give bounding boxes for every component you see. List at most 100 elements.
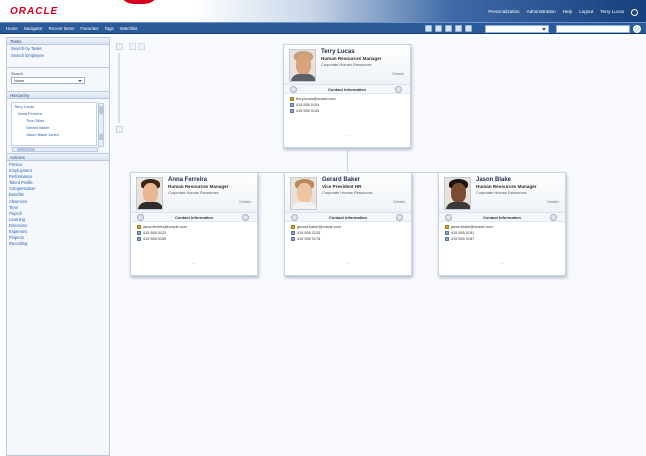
global-link-user[interactable]: Terry Lucas: [600, 9, 624, 16]
nav-menu-recent-items[interactable]: Recent Items: [49, 26, 75, 31]
pan-left-icon[interactable]: [129, 43, 136, 50]
tasks-header[interactable]: Tasks: [7, 38, 109, 45]
photo-shirt: [292, 202, 316, 209]
zoom-out-icon[interactable]: [116, 126, 123, 133]
person-card[interactable]: Anna Ferreira Human Resources Manager Co…: [130, 172, 258, 276]
global-link-administration[interactable]: Administration: [527, 9, 556, 16]
person-name[interactable]: Terry Lucas: [321, 49, 355, 55]
refresh-icon[interactable]: [631, 9, 638, 16]
next-icon[interactable]: [396, 214, 403, 221]
details-link[interactable]: Details: [392, 72, 404, 76]
nav-tools: [425, 25, 472, 32]
contact-label: Contact Information: [175, 215, 213, 220]
photo-face: [143, 183, 158, 203]
nav-menu-navigator[interactable]: Navigator: [24, 26, 43, 31]
contact-email[interactable]: anna.ferreira@oracle.com: [143, 225, 187, 229]
contact-mobile-row: 415 555 0187: [445, 236, 559, 242]
global-search-input[interactable]: [556, 25, 630, 33]
contact-email[interactable]: gerard.baker@oracle.com: [297, 225, 341, 229]
watchlist-icon[interactable]: [465, 25, 472, 32]
hierarchy-tree: Terry Lucas Anna Ferreira Tina Gilles Ge…: [11, 102, 104, 152]
scroll-thumb[interactable]: [99, 106, 103, 114]
contact-label: Contact Information: [328, 87, 366, 92]
photo-face: [297, 183, 312, 203]
more-dots: ···: [344, 133, 350, 139]
chevron-down-icon: [542, 28, 546, 31]
mobile-icon: [290, 109, 294, 113]
pan-controls: [129, 43, 145, 50]
chevron-down-icon: [78, 80, 82, 82]
hscroll-thumb[interactable]: [17, 148, 35, 151]
nav-menu-tags[interactable]: Tags: [104, 26, 113, 31]
person-name[interactable]: Gerard Baker: [322, 177, 360, 183]
tree-node-anna-ferreira[interactable]: Anna Ferreira: [12, 110, 96, 117]
card-header: Anna Ferreira Human Resources Manager Co…: [131, 173, 257, 213]
nav-menu-favorites[interactable]: Favorites: [80, 26, 98, 31]
tree-node-tina-gilles[interactable]: Tina Gilles: [12, 117, 96, 124]
actions-header[interactable]: Actions: [7, 154, 109, 161]
contact-email[interactable]: terry.lucas@oracle.com: [296, 97, 336, 101]
contact-mobile: 415 555 0187: [451, 237, 475, 241]
person-card[interactable]: Gerard Baker Vice President HR Corporate…: [284, 172, 412, 276]
person-department: Corporate Human Resources: [321, 62, 372, 67]
tree-node-jason-blake[interactable]: Jason Blake Jones: [12, 131, 96, 138]
person-card[interactable]: Jason Blake Human Resources Manager Corp…: [438, 172, 566, 276]
task-search-by-tasks[interactable]: Search by Tasks: [7, 45, 109, 52]
global-link-personalization[interactable]: Personalization: [488, 9, 519, 16]
next-icon[interactable]: [242, 214, 249, 221]
details-link[interactable]: Details: [547, 200, 559, 204]
scroll-thumb-secondary[interactable]: [99, 134, 103, 140]
mobile-icon: [445, 237, 449, 241]
contact-mobile: 415 555 0169: [143, 237, 167, 241]
tag-icon[interactable]: [455, 25, 462, 32]
task-search-employee[interactable]: Search Employee: [7, 52, 109, 59]
next-icon[interactable]: [550, 214, 557, 221]
search-by-value: Name: [14, 79, 25, 83]
oracle-logo: ORACLE: [10, 6, 59, 17]
person-card[interactable]: Terry Lucas Human Resources Manager Corp…: [283, 44, 411, 148]
tree-node-terry-lucas[interactable]: Terry Lucas: [12, 103, 96, 110]
search-by-select[interactable]: Name: [11, 77, 85, 84]
phone-icon: [291, 231, 295, 235]
email-icon: [290, 97, 294, 101]
contact-mobile-row: 415 555 0169: [137, 236, 251, 242]
contact-bar: Contact Information: [285, 213, 411, 222]
search-category-select[interactable]: [485, 25, 549, 33]
details-link[interactable]: Details: [393, 200, 405, 204]
tree-vertical-scrollbar[interactable]: [98, 103, 104, 147]
zoom-in-icon[interactable]: [116, 43, 123, 50]
nav-bar: Home Navigator Recent Items Favorites Ta…: [0, 22, 646, 34]
person-title: Human Resources Manager: [321, 56, 382, 61]
global-link-logout[interactable]: Logout: [579, 9, 593, 16]
hierarchy-header[interactable]: Hierarchy: [7, 92, 109, 99]
contact-mobile-row: 415 555 0145: [290, 108, 404, 114]
org-chart-canvas[interactable]: Terry Lucas Human Resources Manager Corp…: [111, 37, 646, 456]
person-name[interactable]: Jason Blake: [476, 177, 511, 183]
action-recruiting[interactable]: Recruiting: [9, 241, 107, 247]
contact-rows: gerard.baker@oracle.com 415 555 0133 415…: [285, 222, 411, 244]
phone-icon: [290, 103, 294, 107]
tree-horizontal-scrollbar[interactable]: [12, 147, 98, 152]
card-header: Jason Blake Human Resources Manager Corp…: [439, 173, 565, 213]
favorites-icon[interactable]: [435, 25, 442, 32]
contact-bar: Contact Information: [131, 213, 257, 222]
global-links: Personalization Administration Help Logo…: [488, 9, 638, 16]
person-name[interactable]: Anna Ferreira: [168, 177, 207, 183]
details-link[interactable]: Details: [239, 200, 251, 204]
nav-menu-home[interactable]: Home: [6, 26, 18, 31]
home-icon[interactable]: [425, 25, 432, 32]
person-department: Corporate Human Resources: [476, 190, 527, 195]
photo-face: [296, 55, 311, 75]
global-link-help[interactable]: Help: [563, 9, 572, 16]
tree-node-gerard-baker[interactable]: Gerard Baker: [12, 124, 96, 131]
pan-right-icon[interactable]: [138, 43, 145, 50]
next-icon[interactable]: [395, 86, 402, 93]
contact-bar: Contact Information: [284, 85, 410, 94]
recent-icon[interactable]: [445, 25, 452, 32]
nav-menu-watchlist[interactable]: Watchlist: [120, 26, 138, 31]
more-dots: ···: [499, 261, 505, 267]
search-go-icon[interactable]: [633, 25, 641, 33]
contact-mobile: 415 555 0145: [296, 109, 320, 113]
zoom-slider[interactable]: [118, 53, 120, 123]
contact-email[interactable]: jason.blake@oracle.com: [451, 225, 493, 229]
